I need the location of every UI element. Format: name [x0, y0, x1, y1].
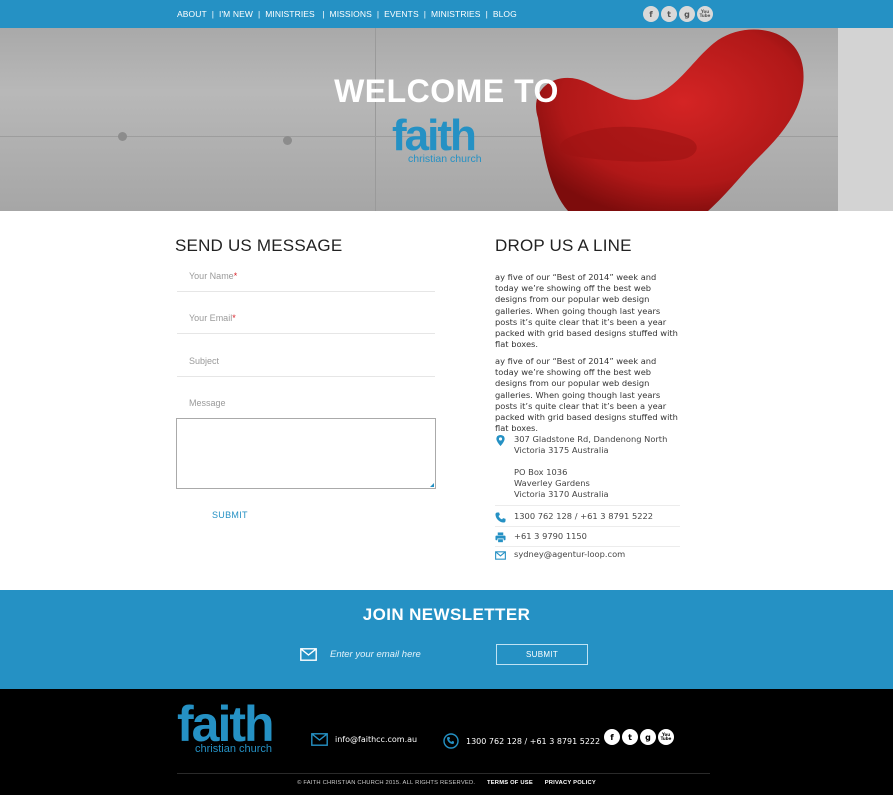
hero-logo: faith christian church	[392, 114, 502, 165]
name-field[interactable]: Your Name*	[177, 271, 435, 292]
divider	[495, 546, 680, 547]
social-links-footer: f t g You Tube	[604, 729, 674, 745]
logo-tagline: christian church	[408, 153, 482, 165]
nav-im-new[interactable]: I'M NEW	[219, 9, 253, 19]
nav-separator: |	[322, 9, 325, 19]
red-chair-image	[536, 29, 804, 211]
facebook-icon[interactable]: f	[604, 729, 620, 745]
submit-button[interactable]: SUBMIT	[212, 510, 248, 520]
email-placeholder: Your Email	[189, 313, 233, 323]
name-placeholder: Your Name	[189, 271, 234, 281]
pobox-line: Victoria 3170 Australia	[514, 489, 609, 499]
main-menu: ABOUT | I'M NEW | MINISTRIES | MISSIONS | E…	[177, 0, 517, 28]
terms-of-use-link[interactable]: TERMS OF USE	[487, 780, 533, 786]
logo-tagline: christian church	[195, 743, 273, 755]
phone-icon	[495, 512, 506, 523]
phone-number: 1300 762 128 / +61 3 8791 5222	[514, 511, 654, 521]
subject-placeholder: Subject	[189, 356, 220, 366]
nav-missions[interactable]: MISSIONS	[330, 9, 372, 19]
wall-hole	[118, 132, 127, 141]
subject-field[interactable]: Subject	[177, 356, 435, 377]
contact-form-heading: SEND US MESSAGE	[175, 236, 343, 255]
footer: faith christian church info@faithcc.com.…	[0, 689, 893, 795]
pobox-line: PO Box 1036	[514, 467, 568, 477]
required-mark: *	[232, 313, 236, 323]
nav-ministries-2[interactable]: MINISTRIES	[431, 9, 481, 19]
envelope-icon	[300, 648, 317, 661]
divider	[177, 773, 710, 774]
twitter-icon[interactable]: t	[622, 729, 638, 745]
email-link[interactable]: sydney@agentur-loop.com	[514, 549, 625, 560]
envelope-icon	[495, 551, 506, 560]
youtube-icon[interactable]: You Tube	[658, 729, 674, 745]
divider	[495, 505, 680, 506]
nav-separator: |	[376, 9, 380, 19]
newsletter-submit-button[interactable]: SUBMIT	[496, 644, 588, 665]
hero-banner: WELCOME TO faith christian church	[0, 28, 893, 211]
message-placeholder: Message	[189, 398, 226, 408]
nav-events[interactable]: EVENTS	[384, 9, 419, 19]
pobox-line: Waverley Gardens	[514, 478, 590, 488]
nav-separator: |	[257, 9, 261, 19]
newsletter-section: JOIN NEWSLETTER Enter your email here SU…	[0, 590, 893, 689]
map-pin-icon	[496, 435, 505, 446]
nav-about[interactable]: ABOUT	[177, 9, 207, 19]
top-nav-bar: ABOUT | I'M NEW | MINISTRIES | MISSIONS | E…	[0, 0, 893, 28]
phone-icon	[443, 733, 459, 749]
google-plus-icon[interactable]: g	[679, 6, 695, 22]
logo-wordmark: faith	[177, 696, 275, 752]
printer-icon	[495, 532, 506, 543]
nav-separator: |	[485, 9, 488, 19]
footer-phone: 1300 762 128 / +61 3 8791 5222	[466, 737, 601, 746]
facebook-icon[interactable]: f	[643, 6, 659, 22]
email-field[interactable]: Your Email*	[177, 313, 435, 334]
google-plus-icon[interactable]: g	[640, 729, 656, 745]
newsletter-email-input[interactable]: Enter your email here	[330, 649, 421, 660]
resize-handle-icon[interactable]	[430, 483, 434, 487]
nav-ministries[interactable]: MINISTRIES	[265, 9, 317, 19]
privacy-policy-link[interactable]: PRIVACY POLICY	[545, 780, 596, 786]
social-links-top: f t g You Tube	[643, 6, 713, 22]
intro-paragraph: ay five of our “Best of 2014” week and t…	[495, 356, 678, 434]
drop-line-heading: DROP US A LINE	[495, 236, 632, 255]
footer-logo[interactable]: faith christian church	[177, 699, 289, 755]
nav-separator: |	[423, 9, 426, 19]
footer-email-link[interactable]: info@faithcc.com.au	[335, 735, 417, 744]
nav-blog[interactable]: BLOG	[493, 9, 517, 19]
twitter-icon[interactable]: t	[661, 6, 677, 22]
logo-wordmark: faith	[392, 111, 477, 160]
intro-paragraph: ay five of our “Best of 2014” week and t…	[495, 272, 678, 350]
nav-separator: |	[211, 9, 214, 19]
message-label: Message	[177, 398, 435, 412]
copyright-text: © FAITH CHRISTIAN CHURCH 2015. ALL RIGHT…	[297, 780, 476, 786]
divider	[495, 526, 680, 527]
youtube-icon[interactable]: You Tube	[697, 6, 713, 22]
address-line: Victoria 3175 Australia	[514, 445, 609, 455]
wall-seam	[375, 28, 376, 211]
fax-number: +61 3 9790 1150	[514, 531, 587, 541]
footer-bottom-bar: © FAITH CHRISTIAN CHURCH 2015. ALL RIGHT…	[0, 780, 893, 786]
message-textarea[interactable]	[176, 418, 436, 489]
envelope-icon	[311, 733, 328, 746]
wall-hole	[283, 136, 292, 145]
newsletter-title: JOIN NEWSLETTER	[362, 605, 531, 624]
address-line: 307 Gladstone Rd, Dandenong North	[514, 434, 668, 444]
required-mark: *	[233, 271, 238, 281]
hero-title: WELCOME TO	[334, 73, 559, 109]
wall-panel	[838, 28, 893, 211]
